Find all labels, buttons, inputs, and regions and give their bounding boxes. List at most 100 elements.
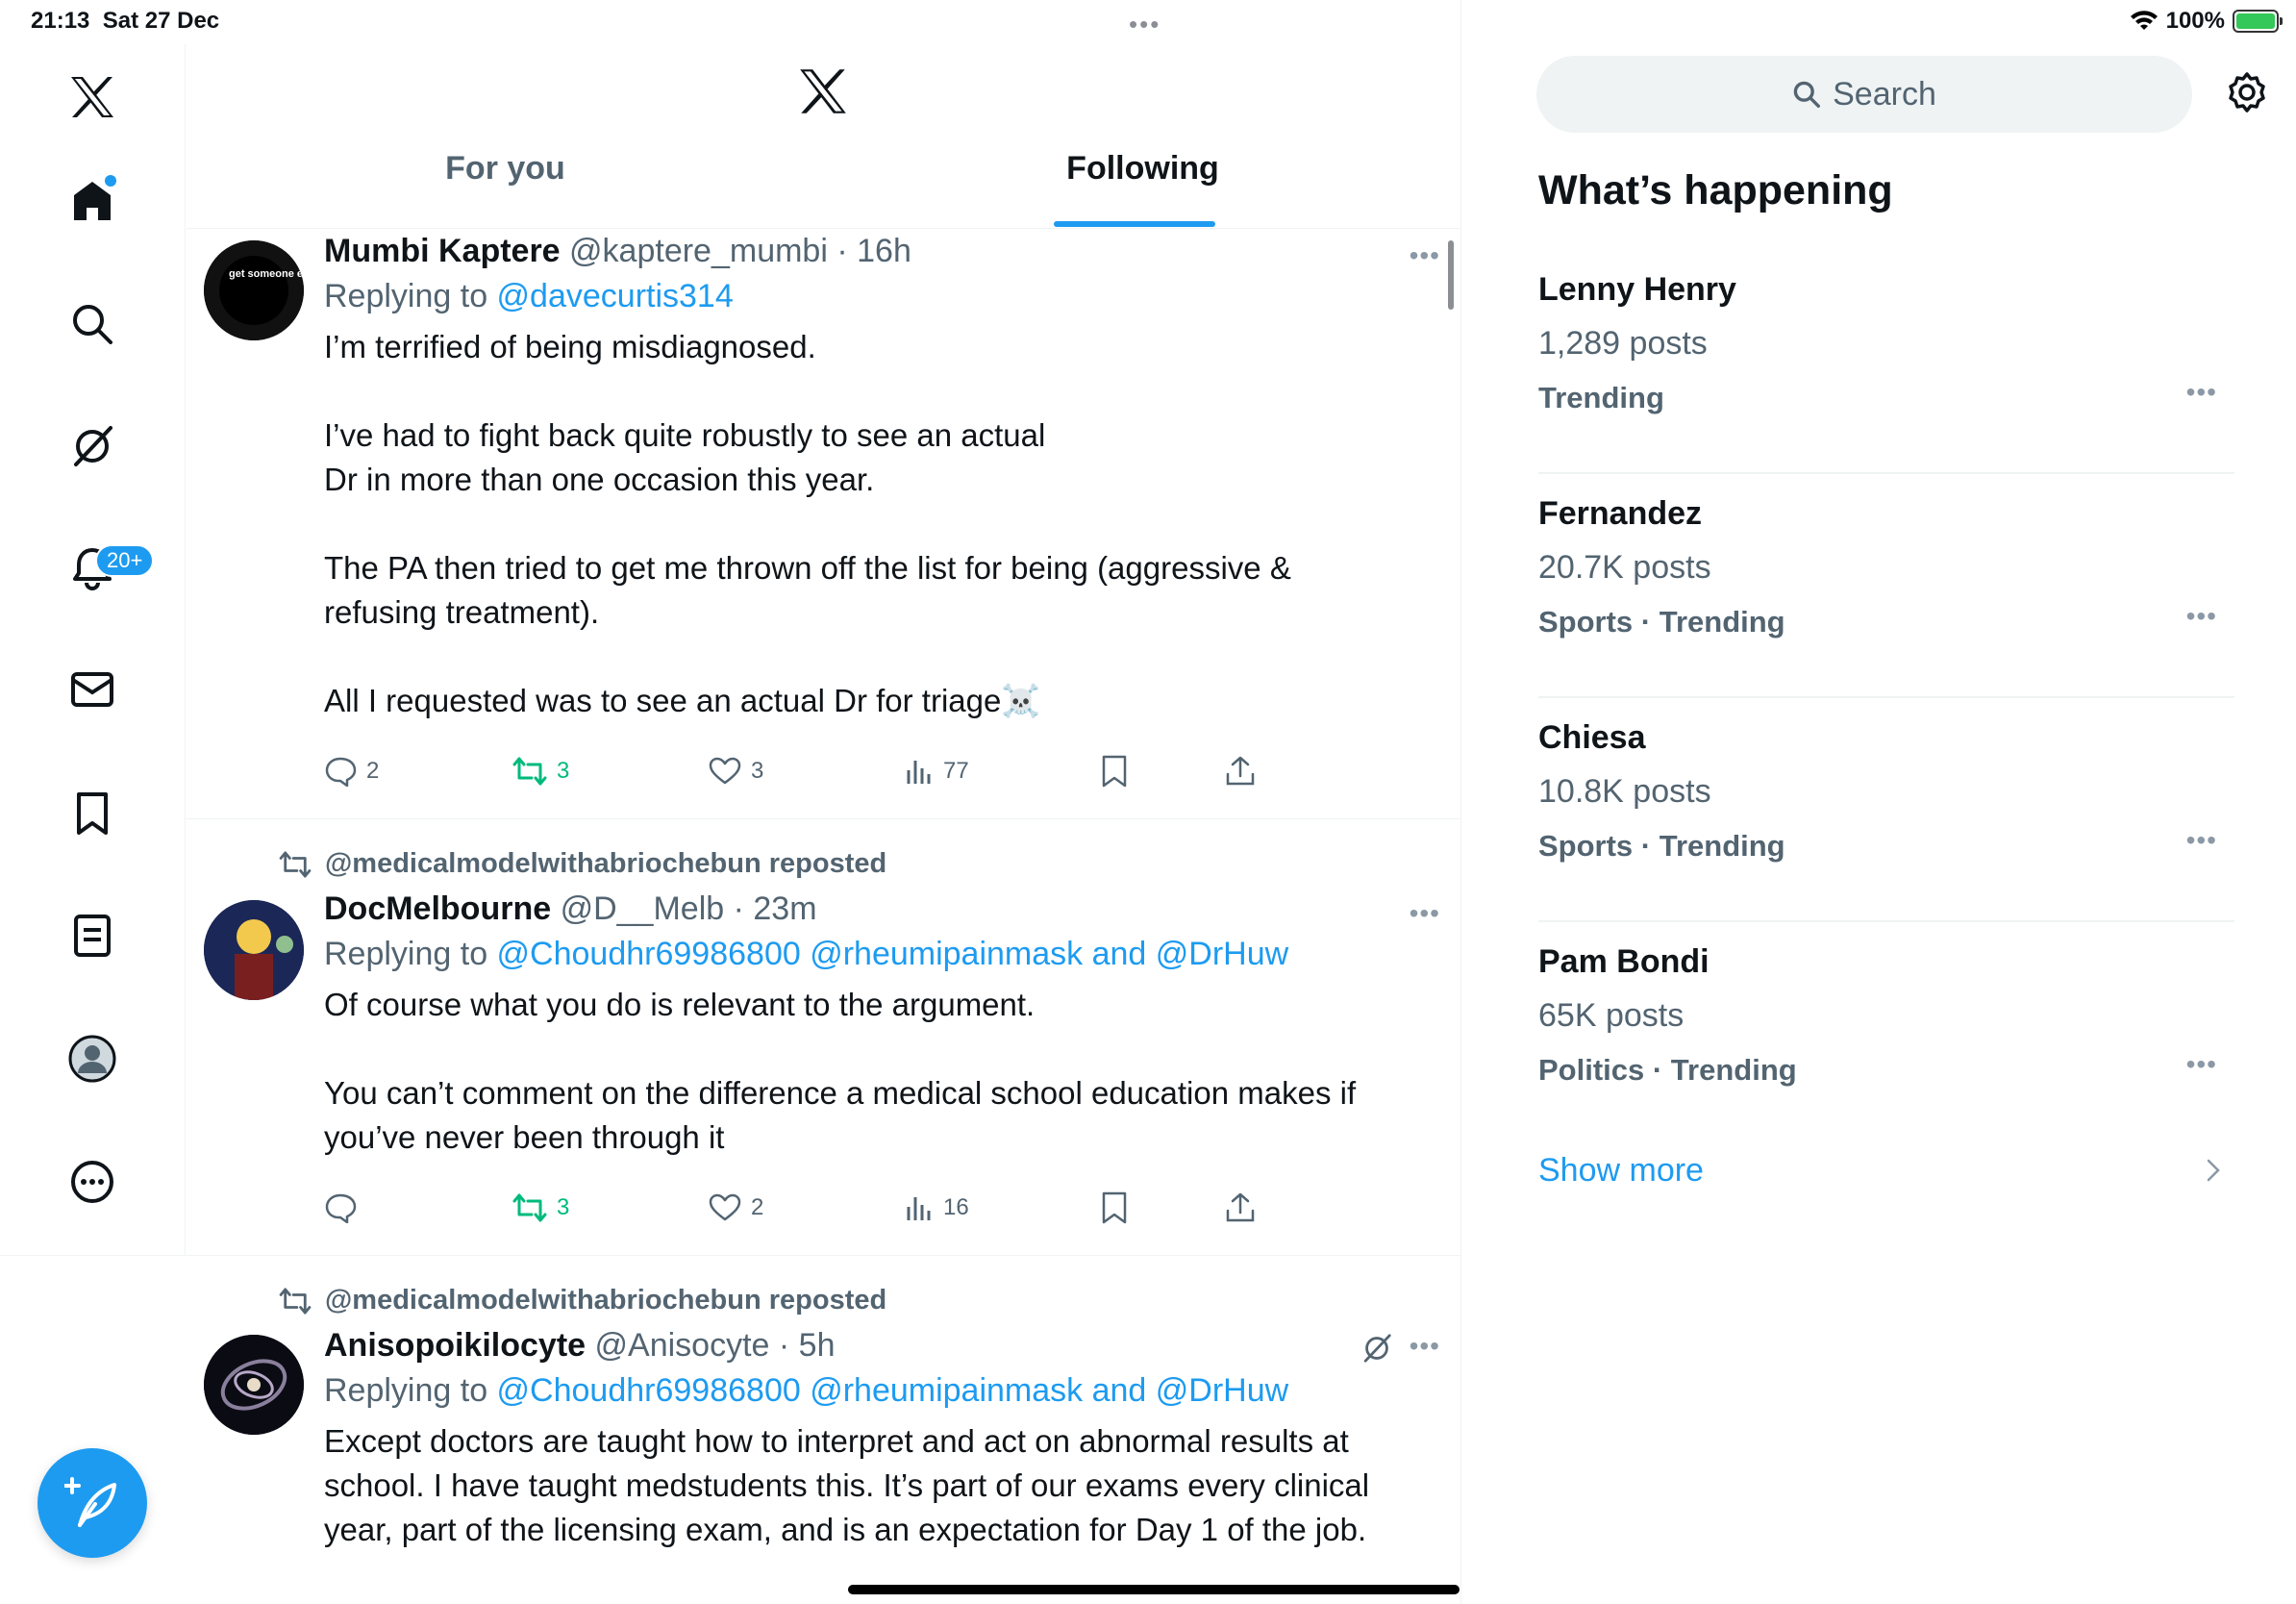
bookmark-icon — [77, 792, 108, 835]
reply-icon — [325, 757, 357, 787]
views-chart-icon — [907, 1197, 931, 1220]
show-more-link[interactable]: Show more — [1538, 1152, 2234, 1210]
mention-link[interactable]: @Choudhr69986800 @rheumipainmask and @Dr… — [497, 1372, 1289, 1409]
trend-item[interactable]: Fernandez 20.7K posts Sports · Trending … — [1538, 474, 2234, 698]
repost-icon — [512, 757, 547, 786]
like-button[interactable]: 2 — [709, 1187, 763, 1229]
handle[interactable]: @D__Melb — [561, 890, 725, 927]
nav-home[interactable] — [49, 158, 136, 244]
trend-name: Chiesa — [1538, 719, 1646, 756]
avatar-text: get someone else to do it. — [229, 268, 304, 280]
search-icon — [73, 305, 112, 344]
bookmark-icon — [1102, 755, 1127, 788]
x-logo-icon[interactable] — [49, 54, 136, 140]
replying-label: Replying to — [324, 936, 497, 972]
trend-item[interactable]: Lenny Henry 1,289 posts Trending ••• — [1538, 250, 2234, 474]
nav-explore[interactable] — [49, 281, 136, 367]
handle[interactable]: @Anisocyte — [595, 1327, 770, 1364]
trend-name: Fernandez — [1538, 495, 1703, 532]
share-icon — [1226, 756, 1255, 786]
nav-messages[interactable] — [49, 646, 136, 733]
trend-meta: Sports · Trending — [1538, 605, 1785, 639]
repost-count: 3 — [557, 758, 570, 784]
display-name[interactable]: Mumbi Kaptere — [324, 233, 561, 269]
separator: · — [827, 233, 858, 269]
nav-profile[interactable] — [49, 1015, 136, 1102]
home-indicator[interactable] — [848, 1585, 1460, 1594]
trend-name: Lenny Henry — [1538, 271, 1736, 308]
replying-to: Replying to @davecurtis314 — [324, 273, 1423, 319]
grok-icon — [74, 426, 112, 466]
tab-following[interactable]: Following — [824, 150, 1460, 229]
nav-grok[interactable] — [49, 403, 136, 489]
list-icon — [74, 915, 111, 957]
reply-button[interactable]: 2 — [324, 750, 379, 792]
home-unread-dot — [105, 175, 116, 187]
repost-icon — [279, 1287, 312, 1315]
avatar[interactable]: get someone else to do it. — [204, 240, 304, 340]
repost-by[interactable]: @medicalmodelwithabriochebun reposted — [325, 848, 886, 880]
mention-link[interactable]: @davecurtis314 — [497, 278, 734, 314]
post[interactable]: get someone else to do it. ••• Mumbi Kap… — [187, 229, 1460, 819]
avatar[interactable] — [204, 900, 304, 1000]
post-time[interactable]: 23m — [753, 890, 816, 927]
whats-happening-heading: What’s happening — [1538, 167, 1893, 213]
display-name[interactable]: Anisopoikilocyte — [324, 1327, 586, 1364]
left-nav: 20+ — [0, 44, 186, 1256]
sidebar: Search What’s happening Lenny Henry 1,28… — [1462, 44, 2296, 1604]
trend-count: 10.8K posts — [1538, 773, 1711, 810]
nav-notifications[interactable]: 20+ — [49, 525, 155, 612]
share-button[interactable] — [1224, 750, 1257, 792]
handle[interactable]: @kaptere_mumbi — [569, 233, 828, 269]
trend-meta: Trending — [1538, 381, 1664, 414]
post-time[interactable]: 5h — [799, 1327, 836, 1364]
replying-to: Replying to @Choudhr69986800 @rheumipain… — [324, 1367, 1423, 1414]
nav-lists[interactable] — [49, 892, 136, 979]
views-button[interactable]: 77 — [905, 750, 969, 792]
trend-name: Pam Bondi — [1538, 943, 1710, 980]
post-text: Except doctors are taught how to interpr… — [324, 1423, 1370, 1547]
trend-item[interactable]: Pam Bondi 65K posts Politics · Trending … — [1538, 922, 2234, 1146]
avatar[interactable] — [204, 1335, 304, 1435]
battery-percent: 100% — [2165, 8, 2225, 34]
trend-count: 20.7K posts — [1538, 549, 1711, 586]
settings-button[interactable] — [2226, 71, 2268, 118]
nav-more[interactable] — [49, 1139, 136, 1225]
compose-post-button[interactable] — [37, 1448, 147, 1558]
mail-icon — [71, 672, 113, 707]
search-icon — [1793, 81, 1821, 108]
trend-more-button[interactable]: ••• — [2186, 377, 2217, 408]
nav-bookmarks[interactable] — [49, 770, 136, 857]
post-body: Anisopoikilocyte @Anisocyte · 5h Replyin… — [324, 1323, 1423, 1552]
x-logo-icon[interactable] — [798, 67, 848, 120]
repost-by[interactable]: @medicalmodelwithabriochebun reposted — [325, 1285, 886, 1316]
bookmark-button[interactable] — [1101, 750, 1128, 792]
tab-for-you[interactable]: For you — [187, 150, 824, 229]
bookmark-button[interactable] — [1101, 1187, 1128, 1229]
repost-button[interactable]: 3 — [512, 750, 569, 792]
mention-link[interactable]: @Choudhr69986800 @rheumipainmask and @Dr… — [497, 936, 1289, 972]
post-text: Of course what you do is relevant to the… — [324, 987, 1357, 1155]
post-body: DocMelbourne @D__Melb · 23m Replying to … — [324, 887, 1423, 1160]
search-input[interactable]: Search — [1536, 56, 2192, 133]
like-button[interactable]: 3 — [709, 750, 763, 792]
replying-label: Replying to — [324, 278, 497, 314]
trend-more-button[interactable]: ••• — [2186, 825, 2217, 856]
views-button[interactable]: 16 — [905, 1187, 969, 1229]
post-time[interactable]: 16h — [857, 233, 911, 269]
wifi-icon — [2130, 11, 2158, 30]
show-more-label: Show more — [1538, 1152, 1704, 1189]
active-tab-indicator — [1054, 221, 1215, 227]
trend-more-button[interactable]: ••• — [2186, 1049, 2217, 1080]
trend-more-button[interactable]: ••• — [2186, 601, 2217, 632]
display-name[interactable]: DocMelbourne — [324, 890, 551, 927]
post-header: Mumbi Kaptere @kaptere_mumbi · 16h — [324, 229, 1423, 273]
post[interactable]: @medicalmodelwithabriochebun reposted ••… — [187, 1256, 1460, 1604]
trend-item[interactable]: Chiesa 10.8K posts Sports · Trending ••• — [1538, 698, 2234, 922]
reply-button[interactable] — [324, 1187, 366, 1229]
repost-button[interactable]: 3 — [512, 1187, 569, 1229]
post[interactable]: @medicalmodelwithabriochebun reposted ••… — [187, 819, 1460, 1256]
share-button[interactable] — [1224, 1187, 1257, 1229]
battery-icon — [2233, 10, 2283, 33]
scrollbar[interactable] — [1448, 240, 1454, 310]
